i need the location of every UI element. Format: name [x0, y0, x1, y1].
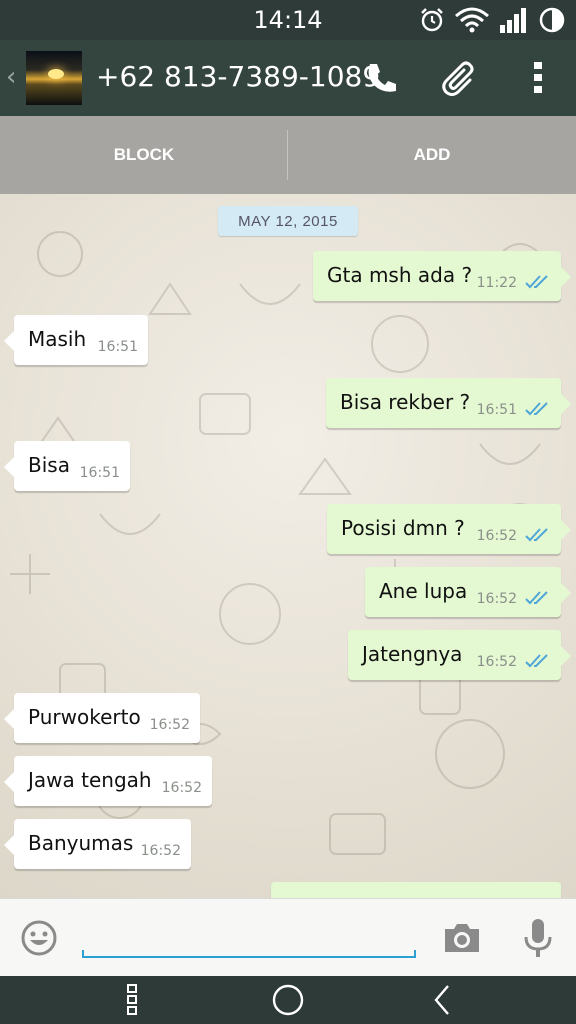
system-nav-bar	[0, 976, 576, 1024]
alarm-icon	[421, 8, 443, 32]
message-bubble-outgoing[interactable]: Posisi dmn ? 16:52	[327, 504, 571, 554]
message-time: 16:51	[79, 465, 120, 481]
conversation-header: ‹ +62 813-7389-1089	[0, 40, 576, 116]
status-bar: 14:14	[0, 0, 576, 40]
double-check-icon	[525, 528, 548, 542]
double-check-icon	[525, 654, 548, 668]
message-text: Purwokerto	[28, 705, 141, 729]
menu-dots-icon[interactable]	[102, 976, 162, 1024]
message-bubble-outgoing[interactable]: Jatengnya 16:52	[348, 630, 571, 680]
microphone-icon[interactable]	[520, 917, 556, 959]
message-bubble-incoming[interactable]: Bisa 16:51	[4, 441, 130, 491]
message-text: Masih	[28, 327, 87, 351]
compose-bar	[0, 898, 576, 977]
message-text: Jatengnya	[362, 642, 463, 666]
message-time: 16:52	[476, 591, 517, 607]
message-bubble-incoming[interactable]: Purwokerto 16:52	[4, 693, 200, 743]
message-bubble-outgoing-partial[interactable]	[271, 882, 561, 898]
message-time: 16:52	[476, 528, 517, 544]
message-time: 11:22	[476, 275, 517, 291]
battery-icon	[539, 7, 565, 33]
message-time: 16:52	[476, 654, 517, 670]
message-text: Bisa rekber ?	[340, 390, 471, 414]
message-input[interactable]	[88, 919, 412, 955]
message-text: Banyumas	[28, 831, 134, 855]
message-time: 16:52	[149, 717, 190, 733]
input-underline	[82, 950, 416, 958]
message-text: Posisi dmn ?	[341, 516, 465, 540]
emoji-icon[interactable]	[20, 919, 58, 957]
overflow-menu-icon[interactable]	[518, 58, 558, 98]
message-bubble-incoming[interactable]: Masih 16:51	[4, 315, 148, 365]
chevron-left-icon[interactable]: ‹	[6, 64, 16, 90]
block-button[interactable]: BLOCK	[0, 116, 288, 194]
double-check-icon	[525, 402, 548, 416]
camera-icon[interactable]	[442, 919, 482, 957]
message-bubble-incoming[interactable]: Jawa tengah 16:52	[4, 756, 212, 806]
back-icon[interactable]	[412, 976, 472, 1024]
message-text: Gta msh ada ?	[327, 263, 473, 287]
message-time: 16:51	[97, 339, 138, 355]
chat-area[interactable]: MAY 12, 2015 Gta msh ada ? 11:22 Masih 1…	[0, 194, 576, 898]
avatar[interactable]	[26, 51, 82, 105]
signal-icon	[500, 8, 526, 33]
message-bubble-outgoing[interactable]: Ane lupa 16:52	[365, 567, 571, 617]
message-time: 16:51	[476, 402, 517, 418]
phone-icon[interactable]	[362, 58, 402, 98]
paperclip-icon[interactable]	[440, 58, 480, 98]
message-text: Ane lupa	[379, 579, 468, 603]
message-bubble-outgoing[interactable]: Gta msh ada ? 11:22	[313, 251, 571, 301]
wifi-icon	[455, 7, 489, 33]
date-chip: MAY 12, 2015	[218, 206, 358, 236]
status-icons	[418, 4, 566, 36]
block-add-bar: BLOCK ADD	[0, 116, 576, 194]
message-text: Jawa tengah	[28, 768, 152, 792]
home-icon[interactable]	[258, 976, 318, 1024]
message-bubble-outgoing[interactable]: Bisa rekber ? 16:51	[326, 378, 571, 428]
add-button[interactable]: ADD	[288, 116, 576, 194]
double-check-icon	[525, 591, 548, 605]
contact-name[interactable]: +62 813-7389-1089	[96, 60, 380, 93]
double-check-icon	[525, 275, 548, 289]
message-time: 16:52	[140, 843, 181, 859]
message-bubble-incoming[interactable]: Banyumas 16:52	[4, 819, 191, 869]
message-time: 16:52	[161, 780, 202, 796]
message-text: Bisa	[28, 453, 70, 477]
